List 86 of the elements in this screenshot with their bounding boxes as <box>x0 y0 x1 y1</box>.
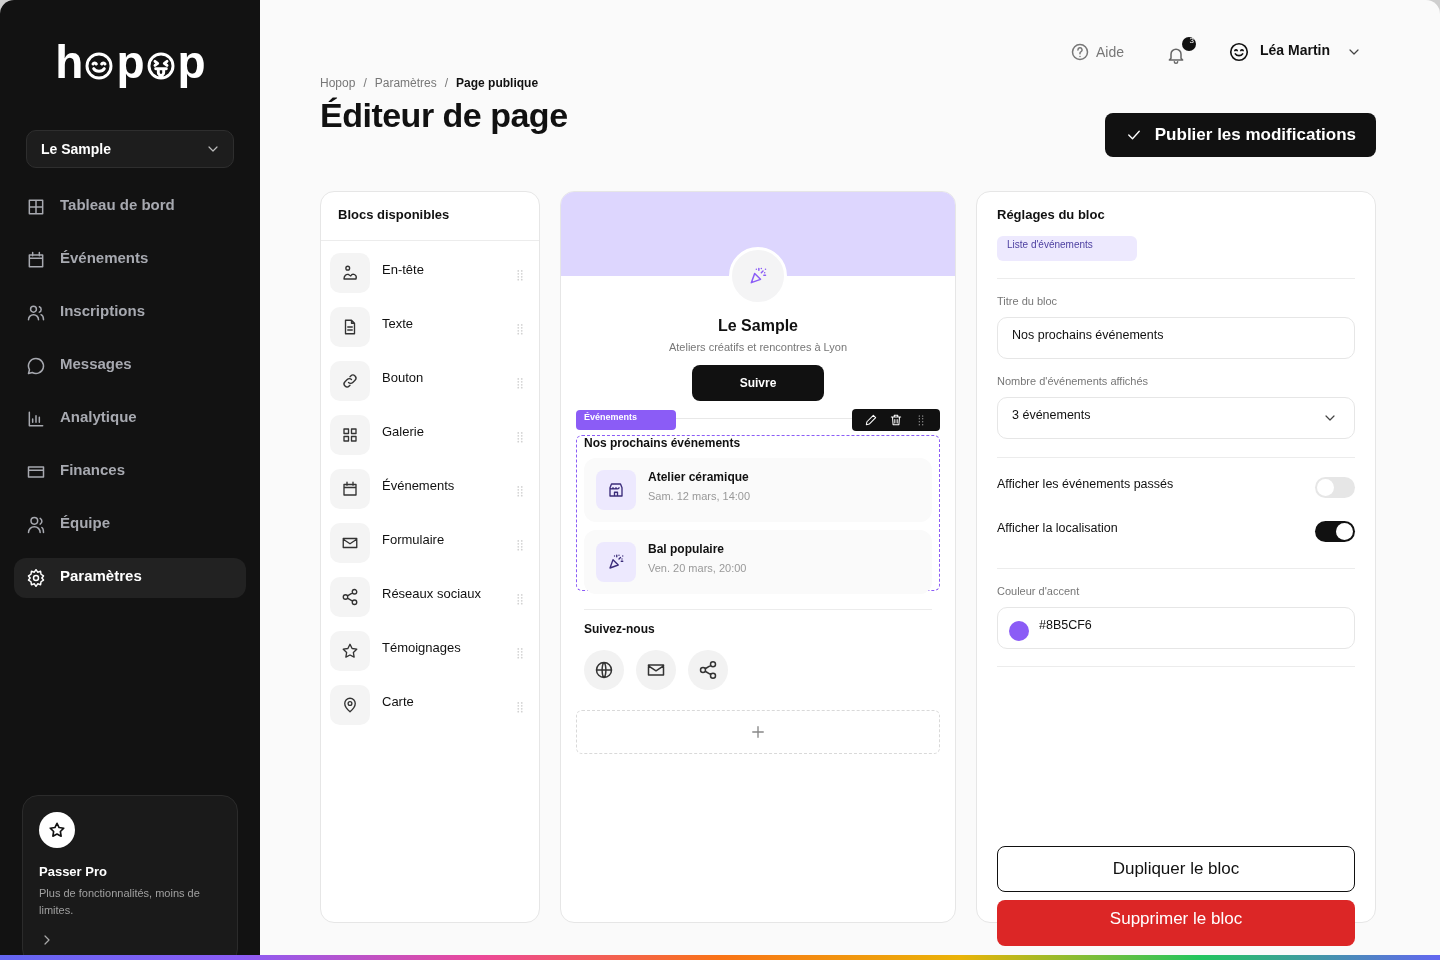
block-item[interactable]: Carte <box>330 685 530 725</box>
document-icon <box>330 307 370 347</box>
party-popper-icon <box>596 542 636 582</box>
follow-button[interactable]: Suivre <box>692 365 824 401</box>
grid-icon <box>330 415 370 455</box>
nav-item[interactable]: Équipe <box>14 505 246 545</box>
breadcrumb-link[interactable]: Paramètres <box>374 76 437 90</box>
toggle-switch[interactable] <box>1315 520 1355 542</box>
help-icon <box>1069 42 1090 62</box>
block-title: Nos prochains événements <box>584 436 742 450</box>
color-field[interactable]: #8B5CF6 <box>997 607 1355 649</box>
chat-bubble-icon <box>26 356 46 376</box>
duplicate-button[interactable]: Dupliquer le bloc <box>997 846 1355 892</box>
event-title: Atelier céramique <box>648 470 750 484</box>
event-card[interactable]: Bal populaire Ven. 20 mars, 20:00 <box>584 530 932 594</box>
dashboard-icon <box>26 197 46 217</box>
nav-item[interactable]: Inscriptions <box>14 293 246 333</box>
share-icon <box>330 577 370 617</box>
globe-icon[interactable] <box>584 650 624 690</box>
calendar-icon <box>26 250 46 270</box>
nav-item[interactable]: Tableau de bord <box>14 187 246 227</box>
publish-button[interactable]: Publier les modifications <box>1104 113 1376 157</box>
nav-item[interactable]: Analytique <box>14 399 246 439</box>
select-field[interactable]: 3 événements <box>997 397 1355 439</box>
users-icon <box>26 515 46 535</box>
upgrade-title: Passer Pro <box>39 864 107 879</box>
nav-item[interactable]: Finances <box>14 452 246 492</box>
page-title: Éditeur de page <box>320 96 568 135</box>
panel-title: Réglages du bloc <box>997 207 1105 222</box>
block-item[interactable]: En-tête <box>330 253 530 293</box>
share-icon[interactable] <box>688 650 728 690</box>
breadcrumb-separator: / <box>444 76 449 90</box>
field-label: Titre du bloc <box>997 295 1058 307</box>
map-pin-icon <box>330 685 370 725</box>
logo-letter: h <box>55 39 83 85</box>
section-title: Suivez-nous <box>584 622 656 636</box>
breadcrumb-link[interactable]: Hopop <box>320 76 356 90</box>
profile-tagline: Ateliers créatifs et rencontres à Lyon <box>668 341 848 353</box>
notification-count: 3 <box>1182 37 1196 51</box>
field-label: Nombre d'événements affichés <box>997 375 1149 387</box>
plus-icon <box>749 723 767 741</box>
panel-title: Blocs disponibles <box>321 192 539 241</box>
toggle-switch[interactable] <box>1315 476 1355 498</box>
text-field[interactable]: Nos prochains événements <box>997 317 1355 359</box>
mail-icon <box>330 523 370 563</box>
block-item[interactable]: Formulaire <box>330 523 530 563</box>
event-date: Ven. 20 mars, 20:00 <box>648 562 747 574</box>
profile-name: Le Sample <box>718 317 798 335</box>
breadcrumb-separator: / <box>363 76 367 90</box>
event-date: Sam. 12 mars, 14:00 <box>648 490 751 502</box>
mail-icon[interactable] <box>636 650 676 690</box>
link-icon <box>330 361 370 401</box>
block-item[interactable]: Événements <box>330 469 530 509</box>
smiling-face-icon <box>1228 41 1250 63</box>
settings-icon <box>26 568 46 588</box>
store-icon <box>596 470 636 510</box>
selected-block[interactable]: Nos prochains événements Atelier céramique Sam. 12 mars, 14:00 Bal populaire Ven. 20 mars, 20:00 <box>576 435 940 591</box>
notifications-button[interactable]: 3 <box>1164 37 1196 67</box>
bar-chart-icon <box>26 409 46 429</box>
toggle-label: Afficher les événements passés <box>997 477 1174 491</box>
block-item[interactable]: Texte <box>330 307 530 347</box>
block-tag: Événements <box>576 410 676 430</box>
toggle-label: Afficher la localisation <box>997 521 1118 535</box>
help-link[interactable]: Aide <box>1069 42 1124 62</box>
block-item[interactable]: Galerie <box>330 415 530 455</box>
edit-icon[interactable] <box>863 413 878 427</box>
person-cloud-icon <box>330 253 370 293</box>
add-block-button[interactable] <box>576 710 940 754</box>
event-card[interactable]: Atelier céramique Sam. 12 mars, 14:00 <box>584 458 932 522</box>
block-type-chip: Liste d'événements <box>997 236 1137 261</box>
block-item[interactable]: Bouton <box>330 361 530 401</box>
delete-button[interactable]: Supprimer le bloc <box>997 900 1355 946</box>
block-item[interactable]: Réseaux sociaux <box>330 577 530 617</box>
calendar-icon <box>330 469 370 509</box>
trash-icon[interactable] <box>889 413 903 427</box>
event-title: Bal populaire <box>648 542 725 556</box>
users-icon <box>26 303 46 323</box>
block-item[interactable]: Témoignages <box>330 631 530 671</box>
workspace-select[interactable]: Le Sample <box>26 130 234 168</box>
upgrade-text: Plus de fonctionnalités, moins de limites. <box>39 886 201 918</box>
nav-item[interactable]: Événements <box>14 240 246 280</box>
breadcrumb-link[interactable]: Page publique <box>456 76 539 90</box>
nav-item[interactable]: Messages <box>14 346 246 386</box>
user-menu[interactable]: Léa Martin <box>1222 40 1368 64</box>
nav-item[interactable]: Paramètres <box>14 558 246 598</box>
field-label: Couleur d'accent <box>997 585 1080 597</box>
